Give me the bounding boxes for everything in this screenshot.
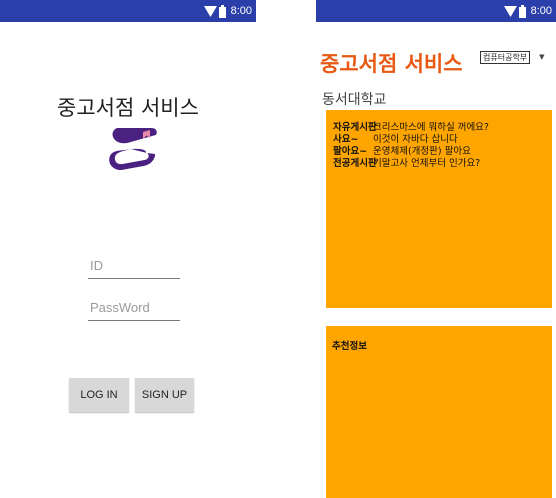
board-row[interactable]: 자유게시판 크리스마스에 뭐하실 꺼에요? xyxy=(333,122,489,134)
battery-icon xyxy=(518,4,526,18)
board-panel: 자유게시판 크리스마스에 뭐하실 꺼에요? 사요~ 이것이 자바다 삽니다 팔아… xyxy=(326,110,552,308)
board-row[interactable]: 전공게시판 기말고사 언제부터 인가요? xyxy=(333,158,489,170)
id-field[interactable] xyxy=(88,254,180,279)
recommend-title: 추천정보 xyxy=(332,341,367,352)
main-screen: 8:00 중고서점 서비스 컴퓨터공학부 ▼ 동서대학교 자유게시판 크리스마스… xyxy=(316,0,556,498)
school-name: 동서대학교 xyxy=(322,92,387,108)
battery-icon xyxy=(218,4,226,18)
app-title: 중고서점 서비스 xyxy=(320,52,463,76)
department-selected: 컴퓨터공학부 xyxy=(480,50,531,64)
board-post-title: 크리스마스에 뭐하실 꺼에요? xyxy=(373,122,489,133)
login-screen: 8:00 중고서점 서비스 LOG IN SIGN UP xyxy=(0,0,256,498)
board-post-title: 운영체제(개정판) 팔아요 xyxy=(373,146,471,157)
book-icon xyxy=(109,128,157,170)
board-category: 전공게시판 xyxy=(333,158,377,169)
board-category: 사요~ xyxy=(333,134,359,145)
dropdown-arrow-icon: ▼ xyxy=(539,53,545,61)
wifi-icon xyxy=(203,5,217,17)
board-post-title: 이것이 자바다 삽니다 xyxy=(373,134,458,145)
password-input[interactable] xyxy=(90,298,178,316)
board-category: 팔아요~ xyxy=(333,146,368,157)
status-bar: 8:00 xyxy=(0,0,256,22)
recommend-panel: 추천정보 xyxy=(326,326,552,498)
login-title: 중고서점 서비스 xyxy=(57,96,199,120)
status-time: 8:00 xyxy=(530,5,552,17)
id-input[interactable] xyxy=(90,256,178,274)
login-button[interactable]: LOG IN xyxy=(69,378,129,412)
department-dropdown[interactable]: 컴퓨터공학부 ▼ xyxy=(480,49,554,65)
board-row[interactable]: 사요~ 이것이 자바다 삽니다 xyxy=(333,134,489,146)
board-post-title: 기말고사 언제부터 인가요? xyxy=(373,158,481,169)
signup-button[interactable]: SIGN UP xyxy=(135,378,194,412)
board-category: 자유게시판 xyxy=(333,122,377,133)
status-time: 8:00 xyxy=(230,5,252,17)
status-bar: 8:00 xyxy=(316,0,556,22)
password-field[interactable] xyxy=(88,296,180,321)
board-list: 자유게시판 크리스마스에 뭐하실 꺼에요? 사요~ 이것이 자바다 삽니다 팔아… xyxy=(333,122,489,170)
board-row[interactable]: 팔아요~ 운영체제(개정판) 팔아요 xyxy=(333,146,489,158)
wifi-icon xyxy=(503,5,517,17)
